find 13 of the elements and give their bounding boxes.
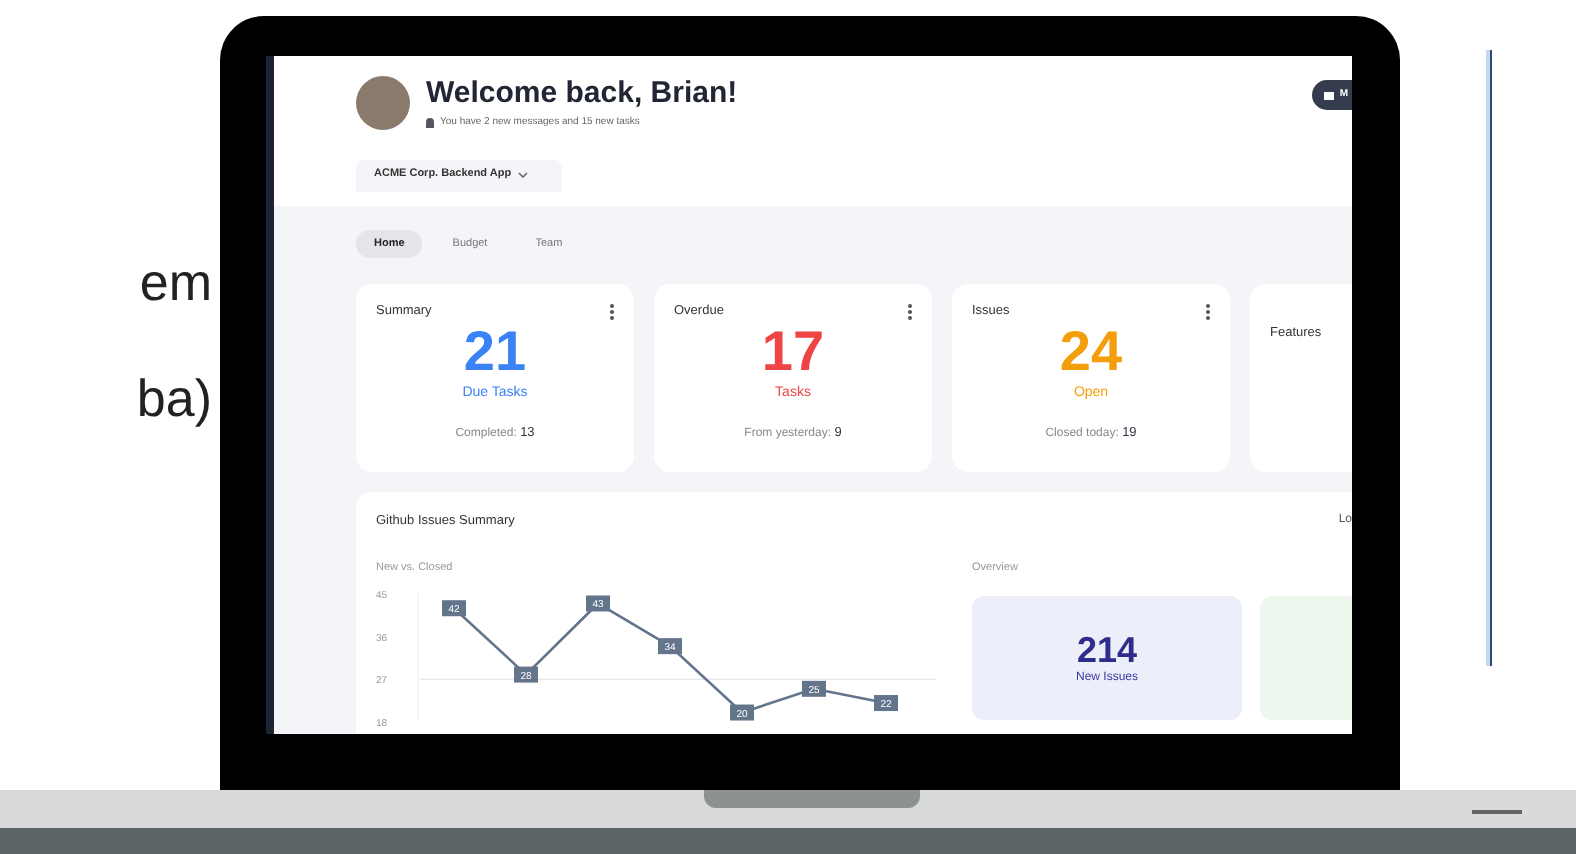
laptop-indicator [1472,810,1522,814]
stat-value: 21 [463,323,527,380]
avatar [356,76,410,131]
stat-value: 24 [1059,323,1123,380]
mail-icon [1323,91,1334,99]
chevron-down-icon [517,172,528,178]
welcome-title: Welcome back, Brian! [426,76,740,112]
overview-value: 214 [1076,629,1138,669]
bell-icon [426,118,434,129]
slide-text: em [137,250,214,316]
stat-value: 17 [761,323,825,380]
slide-text: ba) [134,366,214,432]
overview-card [1260,596,1352,720]
